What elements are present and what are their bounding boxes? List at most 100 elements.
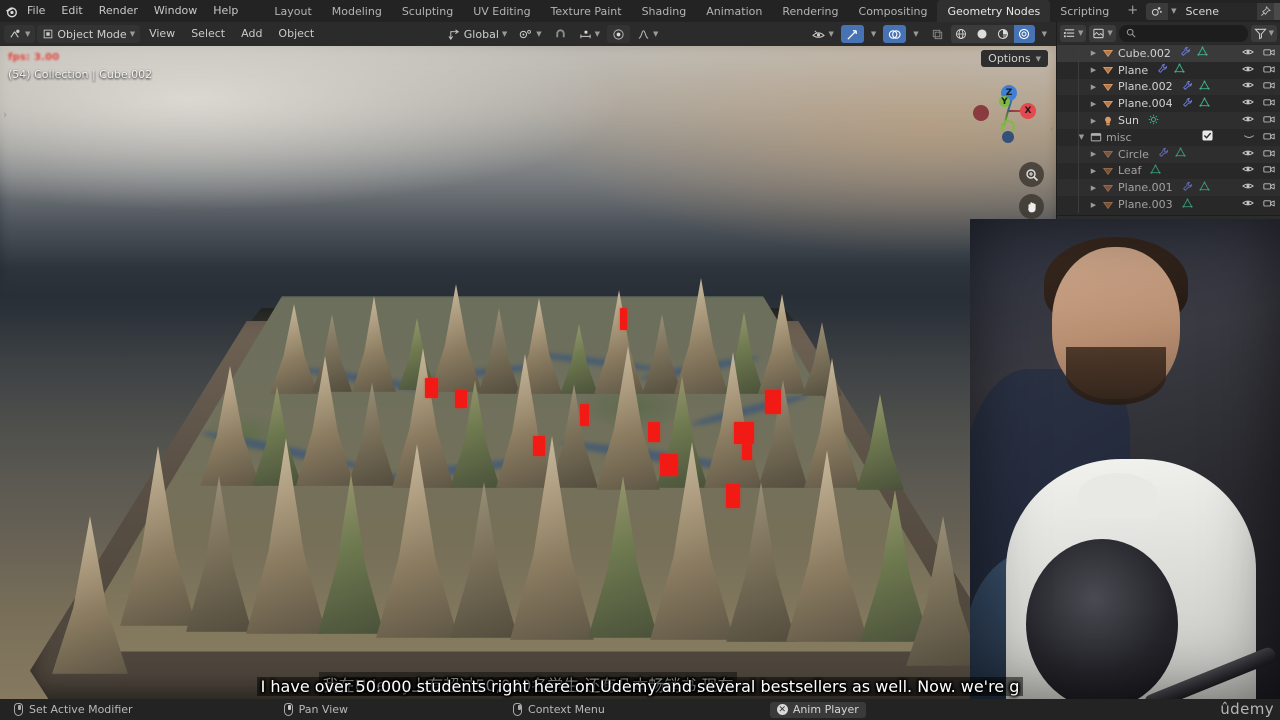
- outliner-row-plane-001[interactable]: ▶ Plane.001: [1057, 179, 1280, 197]
- modifier-wrench-icon[interactable]: [1158, 147, 1169, 161]
- outliner-row-plane-004[interactable]: ▶ Plane.004: [1057, 95, 1280, 113]
- workspace-tab-compositing[interactable]: Compositing: [849, 0, 938, 22]
- eye-icon[interactable]: [1242, 198, 1254, 211]
- proportional-editing-toggle[interactable]: [607, 25, 631, 43]
- menu-help[interactable]: Help: [205, 0, 246, 22]
- outliner-row-leaf[interactable]: ▶ Leaf: [1057, 162, 1280, 180]
- outliner-row-sun[interactable]: ▶ Sun: [1057, 112, 1280, 129]
- modifier-wrench-icon[interactable]: [1182, 80, 1193, 94]
- camera-icon[interactable]: [1263, 80, 1275, 93]
- modifier-wrench-icon[interactable]: [1182, 181, 1193, 195]
- light-data-icon[interactable]: [1148, 114, 1159, 128]
- camera-icon[interactable]: [1263, 97, 1275, 110]
- disclosure-triangle-icon[interactable]: ▶: [1087, 184, 1100, 192]
- mesh-data-icon[interactable]: [1182, 198, 1193, 212]
- pin-icon[interactable]: [1257, 2, 1275, 20]
- workspace-tab-texture-paint[interactable]: Texture Paint: [541, 0, 632, 22]
- checkbox-checked-icon[interactable]: [1202, 130, 1213, 144]
- mesh-data-icon[interactable]: [1175, 147, 1186, 161]
- menu-edit[interactable]: Edit: [53, 0, 90, 22]
- scene-selector[interactable]: ▼ Scene 3 x-icon: [1146, 2, 1280, 20]
- camera-icon[interactable]: [1263, 64, 1275, 77]
- gizmo-ball-y[interactable]: Y: [999, 96, 1010, 107]
- shading-wireframe-icon[interactable]: [950, 25, 972, 43]
- object-mode-dropdown[interactable]: Object Mode ▼: [37, 25, 141, 43]
- snap-to-dropdown[interactable]: ▼: [574, 25, 605, 43]
- workspace-tab-modeling[interactable]: Modeling: [322, 0, 392, 22]
- eye-icon[interactable]: [1242, 114, 1254, 127]
- shading-solid-icon[interactable]: [971, 25, 993, 43]
- collection-visibility-icon[interactable]: [1243, 131, 1255, 144]
- eye-icon[interactable]: [1242, 148, 1254, 161]
- zoom-icon[interactable]: [1019, 162, 1044, 187]
- disclosure-triangle-icon[interactable]: ▶: [1087, 100, 1100, 108]
- eye-icon[interactable]: [1242, 164, 1254, 177]
- disclosure-triangle-icon[interactable]: ▶: [1087, 66, 1100, 74]
- gizmo-ball-x[interactable]: X: [1020, 103, 1036, 119]
- workspace-tab-animation[interactable]: Animation: [696, 0, 772, 22]
- falloff-curve-dropdown[interactable]: ▼: [632, 25, 663, 43]
- menu-file[interactable]: File: [19, 0, 53, 22]
- mesh-data-icon[interactable]: [1174, 63, 1185, 77]
- camera-icon[interactable]: [1263, 114, 1275, 127]
- outliner-row-plane-002[interactable]: ▶ Plane.002: [1057, 78, 1280, 96]
- xray-toggle[interactable]: [925, 25, 949, 43]
- overlays-toggle[interactable]: [883, 25, 907, 43]
- outliner-search-input[interactable]: [1118, 24, 1248, 42]
- workspace-tab-rendering[interactable]: Rendering: [772, 0, 848, 22]
- mesh-data-icon[interactable]: [1197, 46, 1208, 60]
- blender-logo-icon[interactable]: [4, 0, 19, 22]
- mesh-data-icon[interactable]: [1199, 80, 1210, 94]
- disclosure-triangle-icon[interactable]: ▶: [1087, 83, 1100, 91]
- outliner-row-plane[interactable]: ▶ Plane: [1057, 61, 1280, 79]
- workspace-tab-sculpting[interactable]: Sculpting: [392, 0, 463, 22]
- outliner-tree[interactable]: ▶ Cube.002 ▶ Plane ▶ Plane.002 ▶ Plane.0…: [1057, 44, 1280, 215]
- viewport-menu-object[interactable]: Object: [271, 25, 321, 43]
- outliner-row-plane-003[interactable]: ▶ Plane.003: [1057, 196, 1280, 213]
- pivot-point-dropdown[interactable]: ▼: [514, 25, 546, 43]
- shading-dropdown[interactable]: ▼: [1037, 25, 1052, 43]
- gizmo-toggle[interactable]: [840, 25, 864, 43]
- camera-icon[interactable]: [1263, 131, 1275, 144]
- camera-icon[interactable]: [1263, 181, 1275, 194]
- viewport-render-canvas[interactable]: › ‹: [0, 46, 1056, 699]
- terrain-object[interactable]: [0, 46, 1056, 699]
- workspace-tab-layout[interactable]: Layout: [264, 0, 321, 22]
- gizmo-dropdown[interactable]: ▼: [866, 25, 881, 43]
- workspace-tab-shading[interactable]: Shading: [632, 0, 697, 22]
- mesh-data-icon[interactable]: [1199, 97, 1210, 111]
- object-visibility-dropdown[interactable]: ▼: [807, 25, 838, 43]
- scene-users-count[interactable]: 3: [1274, 2, 1280, 20]
- mesh-data-icon[interactable]: [1150, 164, 1161, 178]
- scene-icon[interactable]: [1146, 2, 1169, 20]
- disclosure-triangle-icon[interactable]: ▶: [1087, 117, 1100, 125]
- eye-icon[interactable]: [1242, 64, 1254, 77]
- viewport-menu-view[interactable]: View: [142, 25, 182, 43]
- outliner-editor[interactable]: ▼ ▼ ▼ ▶ Cube.002 ▶ Plane ▶ Plane.002 ▶ P…: [1057, 22, 1280, 215]
- outliner-display-mode-icon[interactable]: ▼: [1060, 24, 1087, 42]
- shading-rendered-icon[interactable]: [1013, 25, 1035, 43]
- modifier-wrench-icon[interactable]: [1182, 97, 1193, 111]
- disclosure-triangle-icon[interactable]: ▼: [1075, 133, 1088, 141]
- disclosure-triangle-icon[interactable]: ▶: [1087, 49, 1100, 57]
- outliner-row-circle[interactable]: ▶ Circle: [1057, 145, 1280, 163]
- anim-player-button[interactable]: ✕ Anim Player: [769, 701, 866, 718]
- sidebar-expand-right-icon[interactable]: ‹: [1050, 122, 1054, 135]
- eye-icon[interactable]: [1242, 47, 1254, 60]
- add-workspace-button[interactable]: +: [1119, 0, 1146, 22]
- overlays-dropdown[interactable]: ▼: [908, 25, 923, 43]
- camera-icon[interactable]: [1263, 47, 1275, 60]
- 3d-viewport[interactable]: ▼ Object Mode ▼ View Select Add Object G…: [0, 22, 1056, 699]
- editor-type-selector[interactable]: ▼: [4, 25, 36, 43]
- gizmo-ball-neg-x[interactable]: [973, 105, 989, 121]
- outliner-filter-icon[interactable]: ▼: [1250, 24, 1277, 42]
- camera-icon[interactable]: [1263, 148, 1275, 161]
- workspace-tab-uv-editing[interactable]: UV Editing: [463, 0, 540, 22]
- viewport-options-dropdown[interactable]: Options ▼: [981, 50, 1048, 67]
- cancel-icon[interactable]: ✕: [776, 704, 788, 715]
- viewport-menu-add[interactable]: Add: [234, 25, 269, 43]
- gizmo-ball-neg-z[interactable]: [1002, 131, 1014, 143]
- eye-icon[interactable]: [1242, 181, 1254, 194]
- modifier-wrench-icon[interactable]: [1157, 63, 1168, 77]
- scene-name[interactable]: Scene: [1179, 2, 1258, 20]
